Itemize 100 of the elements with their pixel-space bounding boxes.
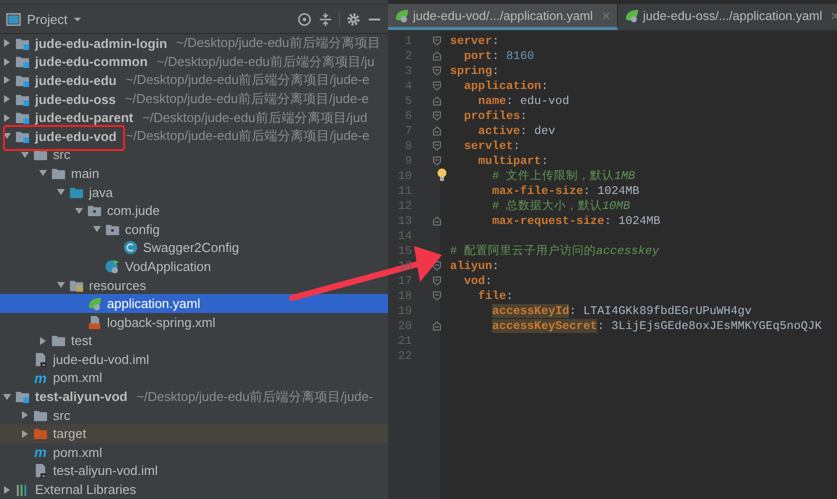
tree-item[interactable]: src xyxy=(53,147,70,162)
code-line: servlet: xyxy=(463,138,520,152)
module-folder-icon xyxy=(15,110,30,126)
expanded-arrow-icon[interactable] xyxy=(56,187,66,198)
caret-icon[interactable] xyxy=(73,14,82,24)
fold-marker-icon[interactable] xyxy=(432,276,442,286)
module-path: ~/Desktop/jude-edu前后端分离项目 xyxy=(176,34,380,52)
settings-icon[interactable] xyxy=(346,12,361,26)
code-line: port: 8160 xyxy=(463,48,534,62)
file-icon xyxy=(33,352,48,367)
fold-marker-icon[interactable] xyxy=(432,320,442,330)
fold-marker-icon[interactable] xyxy=(432,110,442,120)
fold-marker-icon[interactable] xyxy=(432,50,442,60)
expanded-arrow-icon[interactable] xyxy=(2,131,12,142)
fold-marker-icon[interactable] xyxy=(432,156,442,166)
panel-icon xyxy=(6,12,21,26)
folder-icon xyxy=(51,333,66,348)
class-icon xyxy=(123,240,138,256)
tree-item[interactable]: pom.xml xyxy=(53,370,102,386)
panel-title[interactable]: Project xyxy=(27,12,68,26)
spring-leaf-icon xyxy=(87,296,102,312)
tree-item[interactable]: com.jude xyxy=(107,203,160,218)
expanded-arrow-icon[interactable] xyxy=(2,392,12,402)
module-path: ~/Desktop/jude-edu前后端分离项目/jud xyxy=(142,108,368,127)
collapse-all-icon[interactable] xyxy=(318,12,333,26)
collapsed-arrow-icon[interactable] xyxy=(20,410,30,420)
maven-icon: m xyxy=(33,370,48,386)
module-path: ~/Desktop/jude-edu前后端分离项目/jude-e xyxy=(124,90,369,108)
code-line: # 总数据大小，默认10MB xyxy=(491,198,630,213)
collapsed-arrow-icon[interactable] xyxy=(2,112,12,123)
expanded-arrow-icon[interactable] xyxy=(74,206,84,216)
tree-item[interactable]: jude-edu-oss xyxy=(35,92,116,107)
code-line: # 文件上传限制，默认1MB xyxy=(491,168,636,183)
fold-marker-icon[interactable] xyxy=(432,36,442,46)
tree-item[interactable]: test-aliyun-vod.iml xyxy=(53,463,158,478)
module-path: ~/Desktop/jude-edu前后端分离项目/jude-e xyxy=(126,71,370,90)
locate-icon[interactable] xyxy=(297,12,312,26)
file-tab[interactable]: jude-edu-oss/.../application.yaml xyxy=(618,4,837,30)
code-line: profiles: xyxy=(463,108,528,122)
collapsed-arrow-icon[interactable] xyxy=(2,56,12,67)
file-icon xyxy=(33,463,48,478)
tree-item[interactable]: main xyxy=(71,166,100,181)
collapsed-arrow-icon[interactable] xyxy=(2,484,12,495)
spring-class-icon xyxy=(105,258,120,274)
module-path: ~/Desktop/jude-edu前后端分离项目/jude- xyxy=(136,388,374,406)
close-icon[interactable] xyxy=(830,10,837,20)
tree-item[interactable]: target xyxy=(53,426,86,442)
module-path: ~/Desktop/jude-edu前后端分离项目/ju xyxy=(156,52,375,71)
fold-marker-icon[interactable] xyxy=(432,96,442,106)
code-line: application: xyxy=(463,78,548,92)
tree-item[interactable]: resources xyxy=(89,278,146,293)
tree-item[interactable]: Swagger2Config xyxy=(143,240,240,256)
tree-item[interactable]: pom.xml xyxy=(53,444,102,460)
tree-item[interactable]: test xyxy=(71,333,92,348)
spring-leaf-icon xyxy=(624,8,639,23)
tree-item[interactable]: logback-spring.xml xyxy=(107,314,216,330)
tree-item[interactable]: jude-edu-common xyxy=(35,54,148,70)
module-path: ~/Desktop/jude-edu前后端分离项目/jude-e xyxy=(126,127,370,146)
code-line: file: xyxy=(477,288,514,302)
fold-marker-icon[interactable] xyxy=(432,216,442,226)
tree-item[interactable]: src xyxy=(53,408,70,423)
code-line: accessKeySecret: 3LijEjsGEde8oxJEsMMKYGEq5noQJK xyxy=(491,318,822,332)
expanded-arrow-icon[interactable] xyxy=(20,150,30,160)
code-line: max-request-size: 1024MB xyxy=(491,214,660,228)
fold-marker-icon[interactable] xyxy=(432,80,442,90)
tree-item[interactable]: test-aliyun-vod xyxy=(35,389,128,404)
tree-item[interactable]: jude-edu-vod xyxy=(35,128,117,144)
module-folder-icon xyxy=(15,54,30,70)
collapsed-arrow-icon[interactable] xyxy=(38,336,48,346)
code-line: name: edu-vod xyxy=(477,94,570,108)
tree-item[interactable]: jude-edu-admin-login xyxy=(35,36,168,51)
fold-marker-icon[interactable] xyxy=(432,66,442,76)
fold-marker-icon[interactable] xyxy=(432,290,442,300)
tree-item[interactable]: jude-edu-edu xyxy=(35,72,117,88)
collapsed-arrow-icon[interactable] xyxy=(2,75,12,86)
code-line: accessKeyId: LTAI4GKk89fbdEGrUPuWH4gv xyxy=(491,304,752,318)
expanded-arrow-icon[interactable] xyxy=(38,168,48,178)
lightbulb-icon[interactable] xyxy=(436,168,448,182)
tree-item[interactable]: External Libraries xyxy=(35,482,136,498)
module-folder-icon xyxy=(15,389,30,404)
file-tab[interactable]: jude-edu-vod/.../application.yaml xyxy=(388,4,618,30)
collapsed-arrow-icon[interactable] xyxy=(2,38,12,48)
xml-file-icon xyxy=(87,314,102,330)
code-line: max-file-size: 1024MB xyxy=(491,184,640,198)
collapsed-arrow-icon[interactable] xyxy=(2,94,12,104)
code-line: multipart: xyxy=(477,154,548,168)
tree-item[interactable]: config xyxy=(125,222,160,237)
tree-item[interactable]: jude-edu-parent xyxy=(35,110,134,126)
spring-leaf-icon xyxy=(394,8,409,23)
expanded-arrow-icon[interactable] xyxy=(92,224,102,234)
fold-marker-icon[interactable] xyxy=(432,126,442,136)
fold-marker-icon[interactable] xyxy=(432,140,442,150)
tree-item[interactable]: java xyxy=(89,184,113,200)
tree-item[interactable]: VodApplication xyxy=(125,258,212,274)
collapsed-arrow-icon[interactable] xyxy=(20,428,30,439)
expanded-arrow-icon[interactable] xyxy=(56,280,66,290)
tree-item[interactable]: jude-edu-vod.iml xyxy=(53,352,150,367)
folder-icon xyxy=(33,426,48,442)
package-folder-icon xyxy=(87,203,102,218)
tree-item[interactable]: application.yaml xyxy=(107,296,200,312)
